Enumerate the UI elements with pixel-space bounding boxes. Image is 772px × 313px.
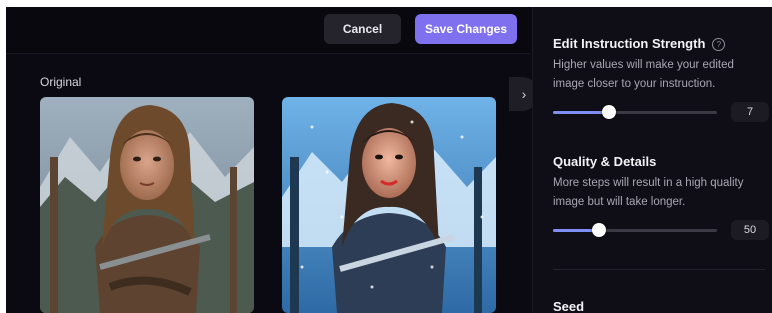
edited-image-graphic bbox=[282, 97, 496, 313]
settings-panel: Edit Instruction Strength? Higher values… bbox=[532, 7, 772, 313]
panel-divider bbox=[553, 269, 765, 270]
strength-slider[interactable] bbox=[553, 105, 717, 119]
quality-title: Quality & Details bbox=[553, 154, 657, 169]
top-toolbar: Cancel Save Changes bbox=[6, 7, 530, 54]
strength-slider-thumb[interactable] bbox=[601, 105, 616, 119]
strength-title: Edit Instruction Strength? bbox=[553, 36, 726, 51]
save-changes-button[interactable]: Save Changes bbox=[415, 14, 517, 44]
quality-value-input[interactable]: 50 bbox=[731, 220, 769, 240]
editor-window: Cancel Save Changes Original › Edit Inst… bbox=[6, 7, 772, 313]
strength-title-text: Edit Instruction Strength bbox=[553, 36, 706, 51]
cancel-button[interactable]: Cancel bbox=[324, 14, 401, 44]
original-image bbox=[40, 97, 254, 313]
edited-image bbox=[282, 97, 496, 313]
original-image-graphic bbox=[40, 97, 254, 313]
original-label: Original bbox=[40, 75, 82, 89]
strength-description: Higher values will make your edited imag… bbox=[553, 59, 734, 90]
info-icon[interactable]: ? bbox=[712, 38, 726, 51]
strength-slider-fill bbox=[553, 111, 609, 114]
quality-description: More steps will result in a high quality… bbox=[553, 177, 744, 208]
quality-slider-thumb[interactable] bbox=[591, 223, 606, 237]
seed-title: Seed bbox=[553, 299, 585, 313]
quality-slider[interactable] bbox=[553, 223, 717, 237]
strength-value-input[interactable]: 7 bbox=[731, 102, 769, 122]
